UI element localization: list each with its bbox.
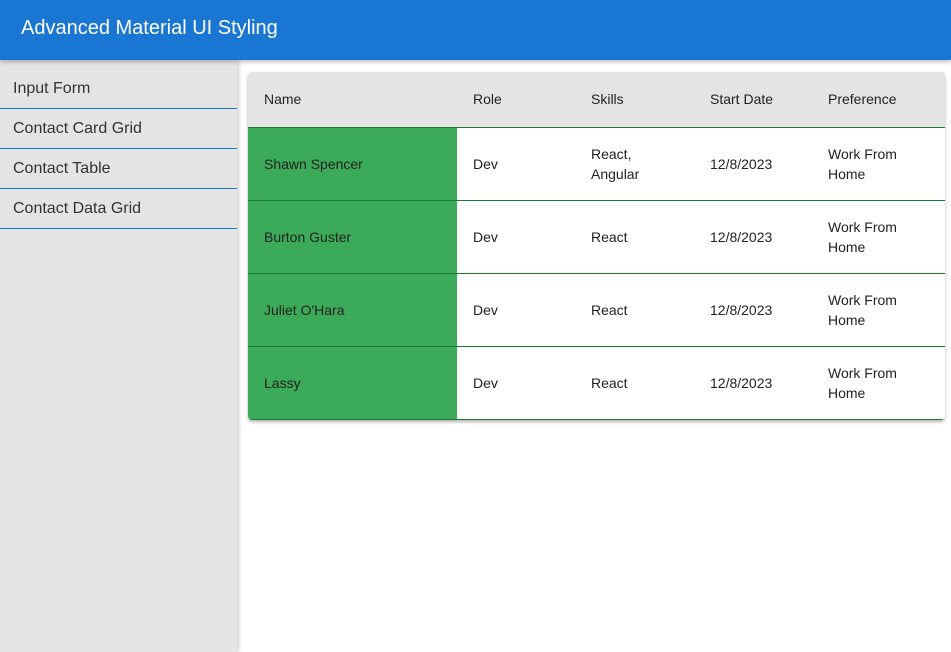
cell-skills: React, Angular — [575, 126, 694, 200]
cell-name: Juliet O'Hara — [248, 272, 457, 346]
column-header-role[interactable]: Role — [457, 72, 575, 127]
sidebar-item-input-form[interactable]: Input Form — [0, 60, 237, 109]
cell-name: Burton Guster — [248, 199, 457, 273]
table-row[interactable]: Lassy Dev React 12/8/2023 Work From Home — [248, 345, 945, 420]
cell-role: Dev — [457, 345, 575, 420]
column-header-preference[interactable]: Preference — [812, 72, 945, 127]
column-header-name[interactable]: Name — [248, 72, 457, 127]
cell-start-date: 12/8/2023 — [694, 272, 812, 346]
cell-role: Dev — [457, 272, 575, 346]
cell-preference: Work From Home — [812, 272, 945, 346]
sidebar: Input Form Contact Card Grid Contact Tab… — [0, 60, 237, 652]
table-row[interactable]: Burton Guster Dev React 12/8/2023 Work F… — [248, 199, 945, 273]
cell-name: Shawn Spencer — [248, 126, 457, 200]
contact-table: Name Role Skills Start Date Preference S… — [248, 72, 945, 420]
cell-preference: Work From Home — [812, 126, 945, 200]
app-bar: Advanced Material UI Styling — [0, 0, 951, 60]
cell-skills: React — [575, 272, 694, 346]
cell-role: Dev — [457, 199, 575, 273]
cell-preference: Work From Home — [812, 199, 945, 273]
sidebar-item-contact-table[interactable]: Contact Table — [0, 149, 237, 189]
cell-start-date: 12/8/2023 — [694, 199, 812, 273]
column-header-start-date[interactable]: Start Date — [694, 72, 812, 127]
column-header-skills[interactable]: Skills — [575, 72, 694, 127]
app-title: Advanced Material UI Styling — [21, 17, 278, 39]
header-row: Name Role Skills Start Date Preference — [248, 72, 945, 127]
table-row[interactable]: Juliet O'Hara Dev React 12/8/2023 Work F… — [248, 272, 945, 346]
cell-name: Lassy — [248, 345, 457, 420]
cell-preference: Work From Home — [812, 345, 945, 420]
sidebar-item-contact-data-grid[interactable]: Contact Data Grid — [0, 189, 237, 229]
cell-skills: React — [575, 199, 694, 273]
table-header: Name Role Skills Start Date Preference — [248, 72, 945, 127]
table-body: Shawn Spencer Dev React, Angular 12/8/20… — [248, 126, 945, 420]
cell-skills: React — [575, 345, 694, 420]
cell-start-date: 12/8/2023 — [694, 345, 812, 420]
cell-start-date: 12/8/2023 — [694, 126, 812, 200]
sidebar-item-contact-card-grid[interactable]: Contact Card Grid — [0, 109, 237, 149]
contacts-table: Name Role Skills Start Date Preference S… — [248, 72, 945, 420]
cell-role: Dev — [457, 126, 575, 200]
table-row[interactable]: Shawn Spencer Dev React, Angular 12/8/20… — [248, 126, 945, 200]
